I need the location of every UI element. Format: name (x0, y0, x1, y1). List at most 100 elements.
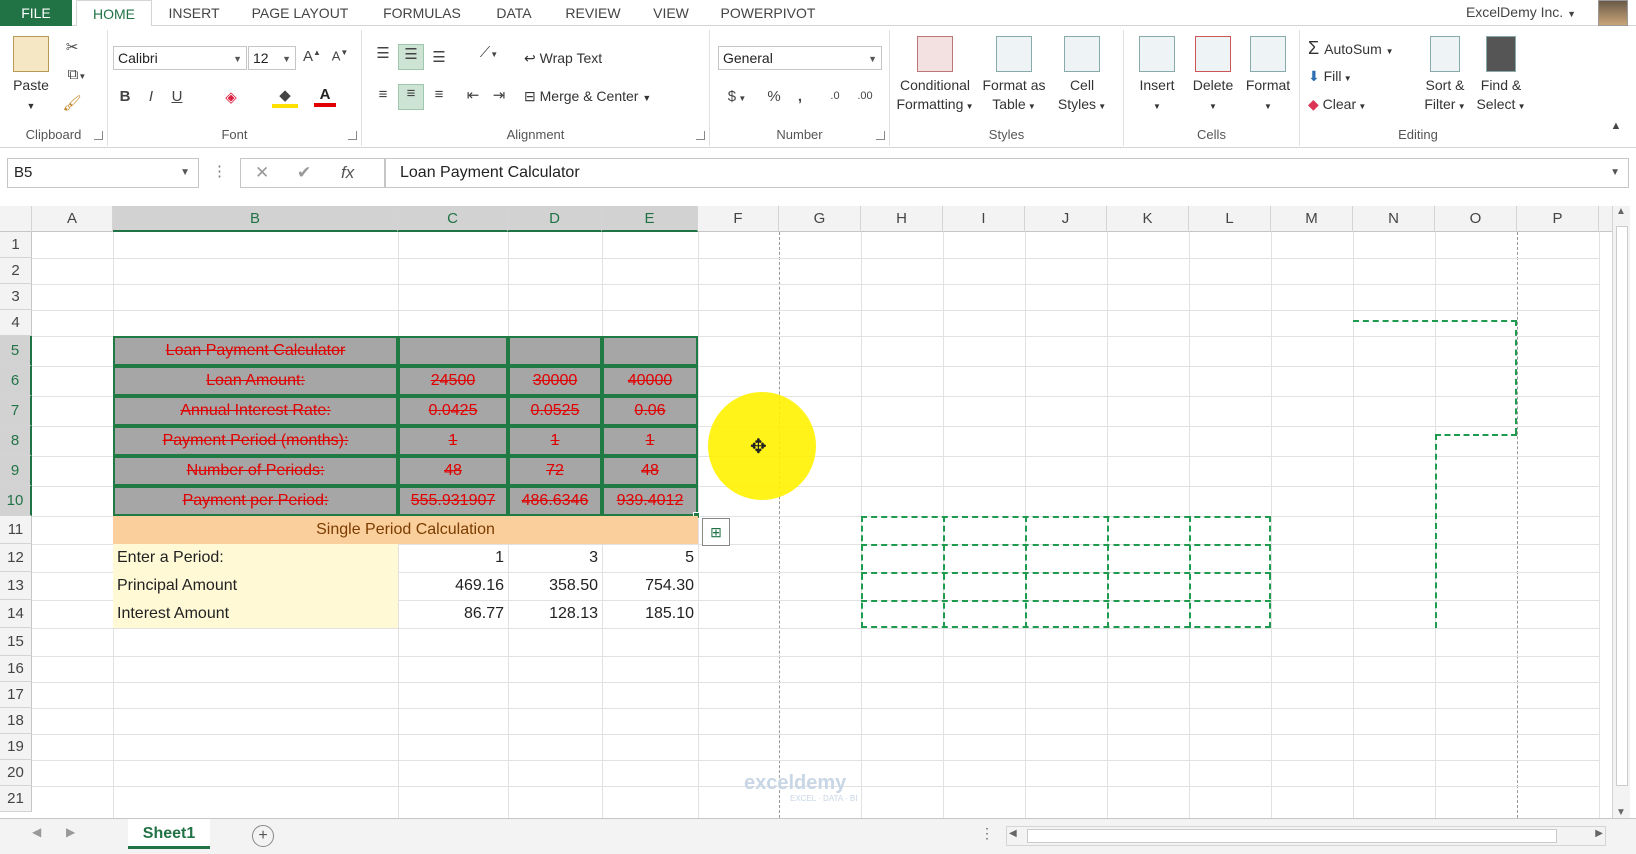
shrink-font-icon[interactable]: A▼ (330, 48, 350, 63)
row-header-21[interactable]: 21 (0, 786, 32, 812)
col-header-g[interactable]: G (779, 206, 861, 232)
table-cell[interactable] (398, 336, 508, 366)
align-left-icon[interactable]: ≡ (372, 86, 394, 103)
percent-button[interactable]: % (764, 88, 784, 105)
tab-page-layout[interactable]: PAGE LAYOUT (240, 0, 360, 26)
insert-cells-button[interactable]: Insert ▼ (1130, 36, 1184, 116)
fill-button[interactable]: ⬇ Fill ▼ (1308, 68, 1352, 85)
tab-home[interactable]: HOME (76, 0, 152, 27)
insert-function-icon[interactable]: fx (341, 163, 354, 183)
single-cell[interactable]: 5 (602, 544, 698, 572)
loan-cell[interactable]: 0.0425 (398, 396, 508, 426)
col-header-c[interactable]: C (398, 206, 508, 232)
single-cell[interactable]: 86.77 (398, 600, 508, 628)
tab-insert[interactable]: INSERT (160, 0, 228, 26)
row-header-9[interactable]: 9 (0, 456, 32, 486)
row-header-2[interactable]: 2 (0, 258, 32, 284)
row-header-13[interactable]: 13 (0, 572, 32, 600)
col-header-n[interactable]: N (1353, 206, 1435, 232)
tab-data[interactable]: DATA (484, 0, 544, 26)
currency-button[interactable]: $ ▼ (722, 88, 752, 105)
decrease-decimal-button[interactable]: .00 (852, 90, 878, 102)
increase-indent-icon[interactable]: ⇥ (488, 86, 510, 104)
row-header-1[interactable]: 1 (0, 232, 32, 258)
col-header-b[interactable]: B (113, 206, 398, 232)
sort-filter-button[interactable]: Sort & Filter ▼ (1420, 36, 1470, 116)
conditional-formatting-button[interactable]: Conditional Formatting ▼ (894, 36, 976, 116)
sheet-tab-sheet1[interactable]: Sheet1 (128, 819, 210, 849)
font-name-combo[interactable]: Calibri ▼ (113, 46, 247, 70)
find-select-button[interactable]: Find & Select ▼ (1472, 36, 1530, 116)
align-bottom-icon[interactable]: ☰ (428, 48, 450, 66)
loan-cell[interactable]: 30000 (508, 366, 602, 396)
col-header-l[interactable]: L (1189, 206, 1271, 232)
loan-title-cell[interactable]: Loan Payment Calculator (113, 336, 398, 366)
loan-cell[interactable]: 939.4012 (602, 486, 698, 516)
row-header-3[interactable]: 3 (0, 284, 32, 310)
select-all-corner[interactable] (0, 206, 32, 232)
alignment-launcher[interactable] (696, 131, 705, 140)
row-header-17[interactable]: 17 (0, 682, 32, 708)
format-painter-icon[interactable]: 🖌 (62, 94, 82, 112)
loan-cell[interactable]: 1 (398, 426, 508, 456)
hscroll-thumb[interactable] (1027, 829, 1557, 843)
row-header-18[interactable]: 18 (0, 708, 32, 734)
number-launcher[interactable] (876, 131, 885, 140)
scroll-up-icon[interactable]: ▲ (1615, 206, 1627, 217)
enter-icon[interactable]: ✔ (297, 163, 311, 183)
col-header-f[interactable]: F (698, 206, 779, 232)
scroll-thumb[interactable] (1616, 226, 1628, 786)
name-box[interactable]: B5 ▼ (7, 158, 199, 188)
scroll-left-icon[interactable]: ◀ (1009, 828, 1017, 839)
loan-cell[interactable]: 40000 (602, 366, 698, 396)
row-header-7[interactable]: 7 (0, 396, 32, 426)
more-options-icon[interactable]: ⋮ (212, 162, 227, 180)
number-format-combo[interactable]: General ▼ (718, 46, 882, 70)
collapse-ribbon-icon[interactable]: ▲ (1608, 120, 1624, 132)
formula-input[interactable]: Loan Payment Calculator ▼ (385, 158, 1629, 188)
loan-row-label[interactable]: Number of Periods: (113, 456, 398, 486)
row-header-20[interactable]: 20 (0, 760, 32, 786)
tab-view[interactable]: VIEW (642, 0, 700, 26)
font-color-icon[interactable]: A (314, 86, 336, 107)
add-sheet-icon[interactable]: + (252, 825, 274, 847)
align-top-icon[interactable]: ☰ (372, 44, 394, 62)
align-center-icon[interactable]: ≡ (398, 84, 424, 110)
quick-analysis-icon[interactable]: ⊞ (702, 518, 730, 546)
prev-sheet-icon[interactable]: ◀ (32, 825, 41, 839)
clear-button[interactable]: ◆ Clear ▼ (1308, 96, 1366, 113)
table-cell[interactable] (508, 336, 602, 366)
grow-font-icon[interactable]: A▲ (302, 48, 322, 65)
col-header-h[interactable]: H (861, 206, 943, 232)
scroll-down-icon[interactable]: ▼ (1615, 807, 1627, 818)
tab-review[interactable]: REVIEW (556, 0, 630, 26)
col-header-m[interactable]: M (1271, 206, 1353, 232)
single-row-label[interactable]: Principal Amount (113, 572, 398, 600)
col-header-i[interactable]: I (943, 206, 1025, 232)
italic-button[interactable]: I (142, 88, 160, 105)
single-cell[interactable]: 358.50 (508, 572, 602, 600)
row-header-10[interactable]: 10 (0, 486, 32, 516)
loan-cell[interactable]: 1 (508, 426, 602, 456)
loan-cell[interactable]: 48 (602, 456, 698, 486)
next-sheet-icon[interactable]: ▶ (66, 825, 75, 839)
row-header-12[interactable]: 12 (0, 544, 32, 572)
bold-button[interactable]: B (116, 88, 134, 105)
row-header-16[interactable]: 16 (0, 656, 32, 682)
border-icon[interactable]: ◈ (218, 88, 244, 106)
row-header-5[interactable]: 5 (0, 336, 32, 366)
worksheet-grid[interactable]: A B C D E F G H I J K L M N O P 1 2 3 4 … (0, 206, 1612, 818)
col-header-d[interactable]: D (508, 206, 602, 232)
clipboard-launcher[interactable] (94, 131, 103, 140)
cut-icon[interactable]: ✂ (62, 38, 82, 56)
col-header-j[interactable]: J (1025, 206, 1107, 232)
single-cell[interactable]: 754.30 (602, 572, 698, 600)
row-header-11[interactable]: 11 (0, 516, 32, 544)
row-header-6[interactable]: 6 (0, 366, 32, 396)
row-header-15[interactable]: 15 (0, 628, 32, 656)
decrease-indent-icon[interactable]: ⇤ (462, 86, 484, 104)
table-cell[interactable] (602, 336, 698, 366)
col-header-e[interactable]: E (602, 206, 698, 232)
delete-cells-button[interactable]: Delete ▼ (1186, 36, 1240, 116)
col-header-a[interactable]: A (32, 206, 113, 232)
